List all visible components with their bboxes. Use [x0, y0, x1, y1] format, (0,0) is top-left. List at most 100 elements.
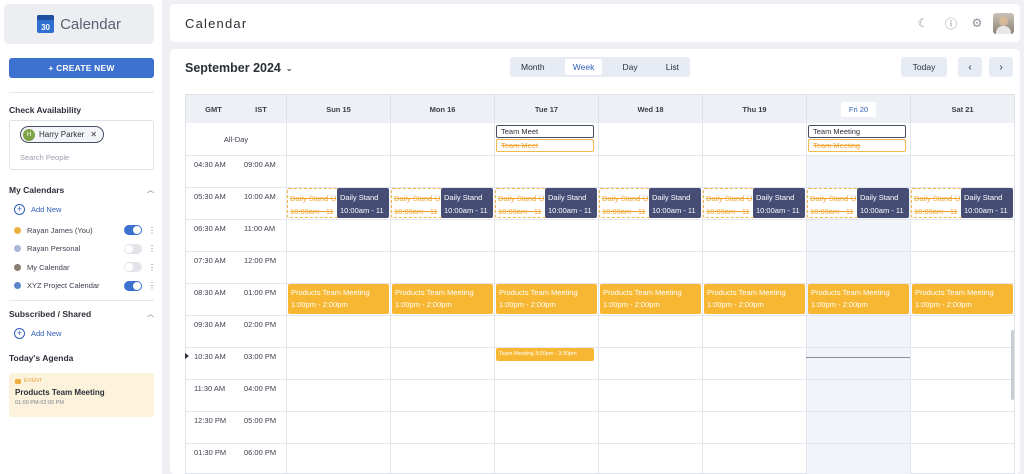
products-meeting-title: Products Team Meeting	[915, 288, 994, 297]
agenda-event-card[interactable]: EVENT Products Team Meeting 01:00 PM-02:…	[9, 373, 154, 417]
calendar-toggle[interactable]	[124, 262, 142, 272]
kebab-menu-icon[interactable]: ⋮	[148, 281, 156, 290]
day-header[interactable]: Thu 19	[702, 95, 806, 123]
products-meeting-event[interactable]: Products Team Meeting 1:00pm - 2:00pm	[392, 284, 493, 314]
column-divider	[806, 123, 807, 474]
standup-event-declined[interactable]: Daily Stand-U 10:00am - 11	[495, 188, 547, 218]
add-subscription-label: Add New	[31, 329, 62, 338]
chip-avatar: H	[23, 128, 35, 141]
my-calendars-header[interactable]: My Calendars ︿	[9, 185, 154, 195]
day-header[interactable]: Mon 16	[390, 95, 494, 123]
standup-event[interactable]: Daily Stand 10:00am - 11	[649, 188, 701, 218]
products-meeting-event[interactable]: Products Team Meeting 1:00pm - 2:00pm	[600, 284, 701, 314]
person-chip[interactable]: H Harry Parker ✕	[20, 126, 105, 143]
today-button[interactable]: Today	[901, 57, 947, 77]
row-divider	[186, 347, 1014, 348]
add-subscription-button[interactable]: + Add New	[14, 328, 61, 339]
calendar-toggle[interactable]	[124, 243, 142, 254]
add-calendar-button[interactable]: + Add New	[14, 204, 61, 215]
row-divider	[186, 251, 1014, 252]
standup-time: 10:00am - 11	[548, 206, 592, 215]
standup-event[interactable]: Daily Stand 10:00am - 11	[753, 188, 805, 218]
time-label-ist: 10:00 AM	[244, 192, 276, 201]
standup-title: Daily Stand	[444, 193, 483, 202]
products-meeting-event[interactable]: Products Team Meeting 1:00pm - 2:00pm	[496, 284, 597, 314]
all-day-event[interactable]: Team Meet	[496, 125, 594, 138]
dark-mode-icon[interactable]: ☾	[916, 16, 930, 30]
products-meeting-event[interactable]: Products Team Meeting 1:00pm - 2:00pm	[704, 284, 805, 314]
month-selector[interactable]: September 2024 ⌄	[185, 61, 293, 75]
chevron-up-icon[interactable]: ︿	[147, 309, 154, 319]
kebab-menu-icon[interactable]: ⋮	[148, 226, 156, 235]
scrollbar[interactable]	[1011, 330, 1014, 400]
app-logo[interactable]: 30 Calendar	[4, 4, 154, 44]
standup-time: 10:00am - 11	[444, 206, 488, 215]
standup-declined-title: Daily Stand-U	[498, 194, 545, 203]
close-icon[interactable]: ✕	[90, 130, 97, 139]
view-tab-list[interactable]: List	[658, 59, 687, 75]
standup-declined-time: 10:00am - 11	[394, 207, 438, 216]
calendar-item[interactable]: XYZ Project Calendar ⋮	[14, 280, 156, 292]
time-label-gmt: 05:30 AM	[194, 192, 226, 201]
help-icon[interactable]: ⓘ	[944, 16, 958, 31]
standup-event[interactable]: Daily Stand 10:00am - 11	[441, 188, 493, 218]
row-divider	[186, 411, 1014, 412]
day-header[interactable]: Sat 21	[910, 95, 1014, 123]
column-divider	[286, 123, 287, 474]
team-meeting-event[interactable]: Team Meeting 3:00pm - 3:30pm	[496, 348, 594, 361]
standup-event[interactable]: Daily Stand 10:00am - 11	[961, 188, 1013, 218]
products-meeting-time: 1:00pm - 2:00pm	[499, 300, 556, 309]
products-meeting-event[interactable]: Products Team Meeting 1:00pm - 2:00pm	[288, 284, 389, 314]
divider	[9, 300, 154, 301]
kebab-menu-icon[interactable]: ⋮	[148, 244, 156, 253]
standup-event-declined[interactable]: Daily Stand-U 10:00am - 11	[911, 188, 963, 218]
chevron-up-icon[interactable]: ︿	[147, 185, 154, 195]
standup-event-declined[interactable]: Daily Stand-U 10:00am - 11	[599, 188, 651, 218]
standup-event-declined[interactable]: Daily Stand-U 10:00am - 11	[391, 188, 443, 218]
sidebar: 30 Calendar + CREATE NEW Check Availabil…	[0, 0, 162, 474]
day-header[interactable]: Wed 18	[598, 95, 702, 123]
all-day-event-declined[interactable]: Team Meeting	[808, 139, 906, 152]
kebab-menu-icon[interactable]: ⋮	[148, 263, 156, 272]
calendar-toggle[interactable]	[124, 225, 142, 235]
day-header[interactable]: Fri 20	[806, 95, 910, 123]
next-week-button[interactable]: ›	[989, 57, 1013, 77]
day-header[interactable]: Sun 15	[286, 95, 390, 123]
standup-event-declined[interactable]: Daily Stand-U 10:00am - 11	[287, 188, 339, 218]
current-time-line	[806, 357, 910, 358]
time-label-ist: 04:00 PM	[244, 384, 277, 393]
day-header[interactable]: Tue 17	[494, 95, 598, 123]
calendar-item[interactable]: Rayan James (You) ⋮	[14, 224, 156, 236]
standup-event-declined[interactable]: Daily Stand-U 10:00am - 11	[807, 188, 859, 218]
subscribed-header[interactable]: Subscribed / Shared ︿	[9, 309, 154, 319]
agenda-event-title: Products Team Meeting	[15, 388, 105, 397]
create-new-button[interactable]: + CREATE NEW	[9, 58, 154, 78]
view-tab-month[interactable]: Month	[513, 59, 553, 75]
view-tab-week[interactable]: Week	[564, 59, 603, 75]
products-meeting-title: Products Team Meeting	[603, 288, 682, 297]
prev-week-button[interactable]: ‹	[958, 57, 982, 77]
calendar-color-dot	[14, 263, 21, 271]
calendar-item[interactable]: My Calendar ⋮	[14, 261, 156, 273]
products-meeting-event[interactable]: Products Team Meeting 1:00pm - 2:00pm	[808, 284, 909, 314]
search-people-input[interactable]	[20, 153, 140, 162]
standup-time: 10:00am - 11	[652, 206, 696, 215]
all-day-event[interactable]: Team Meeting	[808, 125, 906, 138]
time-label-gmt: 01:30 PM	[194, 448, 227, 457]
row-divider	[186, 379, 1014, 380]
calendar-item[interactable]: Rayan Personal ⋮	[14, 243, 156, 255]
view-tab-day[interactable]: Day	[614, 59, 645, 75]
standup-event[interactable]: Daily Stand 10:00am - 11	[337, 188, 389, 218]
products-meeting-event[interactable]: Products Team Meeting 1:00pm - 2:00pm	[912, 284, 1013, 314]
gear-icon[interactable]: ⚙	[970, 16, 984, 30]
standup-event-declined[interactable]: Daily Stand-U 10:00am - 11	[703, 188, 755, 218]
user-avatar[interactable]	[993, 13, 1014, 34]
time-label-ist: 03:00 PM	[244, 352, 277, 361]
standup-event[interactable]: Daily Stand 10:00am - 11	[545, 188, 597, 218]
divider	[9, 92, 154, 93]
agenda-event-time: 01:00 PM-02:00 PM	[15, 400, 64, 406]
calendar-toggle[interactable]	[124, 280, 142, 291]
standup-event[interactable]: Daily Stand 10:00am - 11	[857, 188, 909, 218]
time-label-ist: 02:00 PM	[244, 320, 277, 329]
all-day-event-declined[interactable]: Team Meet	[496, 139, 594, 152]
